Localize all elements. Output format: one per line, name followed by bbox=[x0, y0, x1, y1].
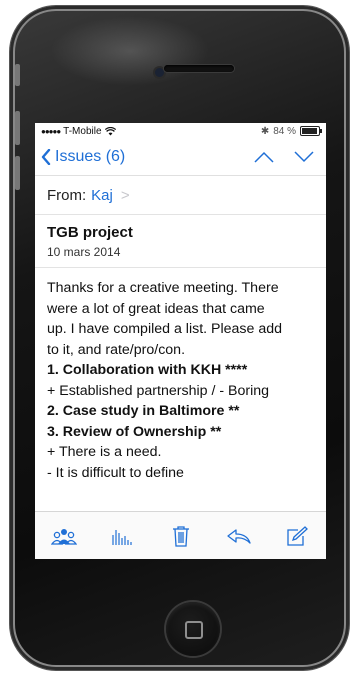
message-date: 10 mars 2014 bbox=[47, 245, 121, 259]
battery-icon bbox=[300, 126, 322, 136]
next-message-icon[interactable] bbox=[294, 151, 314, 163]
sender-name[interactable]: Kaj bbox=[91, 187, 113, 204]
from-row[interactable]: From: Kaj > bbox=[35, 176, 326, 215]
battery-percent: 84 % bbox=[273, 125, 296, 137]
glass-glare bbox=[50, 16, 210, 86]
chart-icon[interactable] bbox=[109, 525, 135, 547]
body-text-line: to it, and rate/pro/con. bbox=[47, 341, 186, 358]
from-label: From: bbox=[47, 186, 87, 204]
front-camera bbox=[155, 68, 164, 77]
home-square-icon bbox=[185, 621, 203, 639]
wifi-icon bbox=[104, 126, 116, 135]
subject-title: TGB project bbox=[47, 224, 133, 241]
mail-screen: ●●●●● T-Mobile ✱ 84 % Issues (6) From: K… bbox=[35, 123, 326, 559]
back-button[interactable]: Issues (6) bbox=[41, 148, 125, 166]
body-text-line: Thanks for a creative meeting. There bbox=[47, 280, 279, 296]
earpiece-speaker bbox=[164, 65, 234, 72]
people-icon[interactable] bbox=[51, 525, 77, 547]
body-text-line: were a lot of great ideas that came bbox=[47, 300, 265, 317]
message-body: Thanks for a creative meeting. There were… bbox=[35, 268, 326, 483]
body-text-line: + There is a need. bbox=[47, 444, 162, 460]
back-label: Issues (6) bbox=[55, 148, 126, 165]
chevron-left-icon bbox=[41, 149, 51, 165]
body-text-line: up. I have compiled a list. Please add bbox=[47, 321, 283, 337]
reply-icon[interactable] bbox=[226, 525, 252, 547]
subject-block: TGB project 10 mars 2014 bbox=[35, 215, 326, 268]
volume-up-button bbox=[15, 111, 20, 145]
body-heading-line: 3. Review of Ownership ** bbox=[47, 423, 222, 440]
mute-switch bbox=[15, 64, 20, 86]
body-heading-line: 2. Case study in Baltimore ** bbox=[47, 403, 240, 419]
mail-navbar: Issues (6) bbox=[35, 139, 326, 176]
body-text-line: + Established partnership / - Boring bbox=[47, 382, 269, 399]
compose-icon[interactable] bbox=[284, 525, 310, 547]
bluetooth-icon: ✱ bbox=[260, 125, 270, 137]
previous-message-icon[interactable] bbox=[254, 151, 274, 163]
status-bar: ●●●●● T-Mobile ✱ 84 % bbox=[35, 123, 326, 139]
mail-toolbar bbox=[35, 511, 326, 559]
carrier-label: T-Mobile bbox=[63, 125, 102, 137]
chevron-right-icon: > bbox=[120, 186, 130, 204]
body-heading-line: 1. Collaboration with KKH **** bbox=[47, 362, 248, 378]
signal-icon: ●●●●● bbox=[41, 126, 61, 136]
volume-down-button bbox=[15, 156, 20, 190]
trash-icon[interactable] bbox=[168, 525, 194, 547]
body-text-line: - It is difficult to define bbox=[47, 464, 184, 481]
home-button[interactable] bbox=[166, 602, 220, 656]
